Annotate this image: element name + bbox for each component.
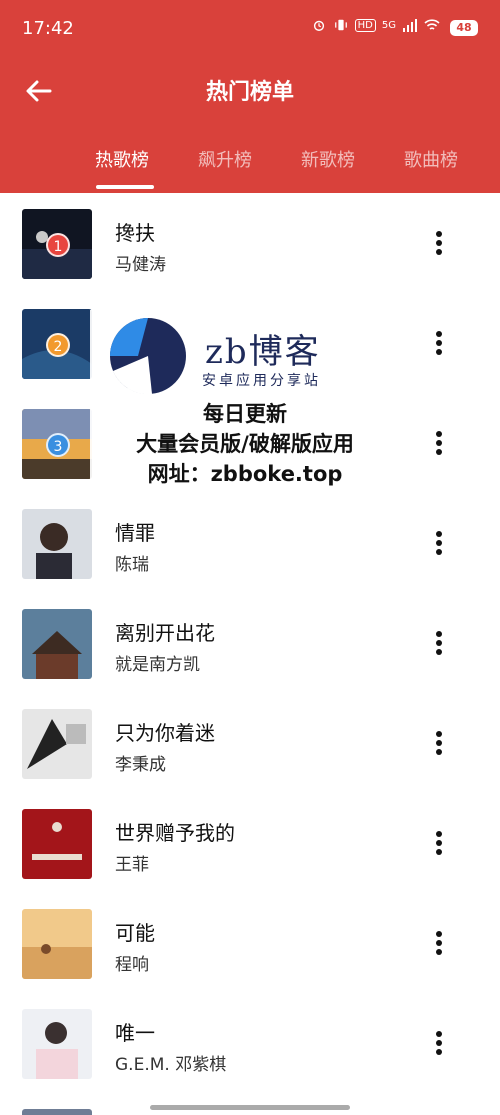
app-header: 17:42 HD 5G 48 热门榜单 热歌榜 飙升榜 新歌榜 歌曲榜 (0, 0, 500, 193)
rank-badge: 2 (46, 333, 70, 357)
watermark-line-3: 网址：zbboke.top (147, 462, 343, 486)
tab-bar: 热歌榜 飙升榜 新歌榜 歌曲榜 (0, 140, 500, 193)
song-row[interactable]: 世界赠予我的 王菲 (0, 793, 500, 893)
song-artist: 王菲 (115, 855, 149, 875)
watermark-subtitle: 安卓应用分享站 (202, 373, 321, 389)
song-artist: 程响 (115, 955, 149, 975)
song-row[interactable]: 只为你着迷 李秉成 (0, 693, 500, 793)
active-tab-indicator (96, 185, 154, 189)
network-label: 5G (381, 19, 396, 31)
tab-new-songs[interactable]: 新歌榜 (301, 146, 355, 172)
song-row[interactable]: 可能 程响 (0, 893, 500, 993)
more-options-icon[interactable] (434, 631, 444, 659)
song-row[interactable]: 1 搀扶 马健涛 (0, 193, 500, 293)
song-row[interactable]: 情罪 陈瑞 (0, 493, 500, 593)
song-title: 只为你着迷 (115, 721, 215, 745)
song-artist: 马健涛 (115, 255, 166, 275)
song-row[interactable]: 离别开出花 就是南方凯 (0, 593, 500, 693)
song-title: 离别开出花 (115, 621, 215, 645)
hd-badge: HD (354, 18, 376, 32)
watermark-line-1: 每日更新 (203, 402, 287, 426)
tab-hot-songs[interactable]: 热歌榜 (95, 146, 149, 172)
more-options-icon[interactable] (434, 431, 444, 459)
song-artist: 就是南方凯 (115, 655, 200, 675)
more-options-icon[interactable] (434, 1031, 444, 1059)
song-title: 搀扶 (115, 221, 155, 245)
album-cover (22, 709, 92, 779)
more-options-icon[interactable] (434, 931, 444, 959)
song-artist: G.E.M. 邓紫棋 (115, 1055, 227, 1075)
song-artist: 李秉成 (115, 755, 166, 775)
battery-icon: 48 (450, 20, 478, 36)
signal-icon (403, 19, 417, 32)
song-artist: 陈瑞 (115, 555, 149, 575)
song-title: 唯一 (115, 1021, 155, 1045)
tab-song-chart[interactable]: 歌曲榜 (404, 146, 458, 172)
more-options-icon[interactable] (434, 731, 444, 759)
more-options-icon[interactable] (434, 231, 444, 259)
blog-logo-icon (110, 318, 186, 395)
wifi-icon (424, 19, 440, 30)
rank-badge: 3 (46, 433, 70, 457)
tab-rising[interactable]: 飙升榜 (198, 146, 252, 172)
more-options-icon[interactable] (434, 831, 444, 859)
album-cover (22, 609, 92, 679)
watermark-line-2: 大量会员版/破解版应用 (136, 432, 354, 456)
song-row[interactable]: 唯一 G.E.M. 邓紫棋 (0, 993, 500, 1093)
top-bar: 热门榜单 (0, 60, 500, 120)
album-cover (22, 909, 92, 979)
song-title: 世界赠予我的 (115, 821, 235, 845)
album-cover-partial (22, 1109, 92, 1115)
status-icons: HD 5G (311, 18, 440, 32)
rank-badge: 1 (46, 233, 70, 257)
page-title: 热门榜单 (205, 80, 294, 105)
watermark-brand: zb博客 (205, 332, 321, 372)
album-cover (22, 1009, 92, 1079)
home-indicator[interactable] (150, 1105, 350, 1110)
alarm-icon (313, 20, 324, 31)
status-time: 17:42 (22, 18, 74, 39)
more-options-icon[interactable] (434, 331, 444, 359)
song-title: 情罪 (115, 521, 155, 545)
album-cover (22, 509, 92, 579)
more-options-icon[interactable] (434, 531, 444, 559)
album-cover (22, 809, 92, 879)
song-title: 可能 (115, 921, 155, 945)
vibrate-icon (334, 19, 347, 31)
status-bar: 17:42 HD 5G 48 (0, 0, 500, 60)
watermark-overlay: zb博客 安卓应用分享站 每日更新 大量会员版/破解版应用 网址：zbboke.… (90, 310, 400, 506)
